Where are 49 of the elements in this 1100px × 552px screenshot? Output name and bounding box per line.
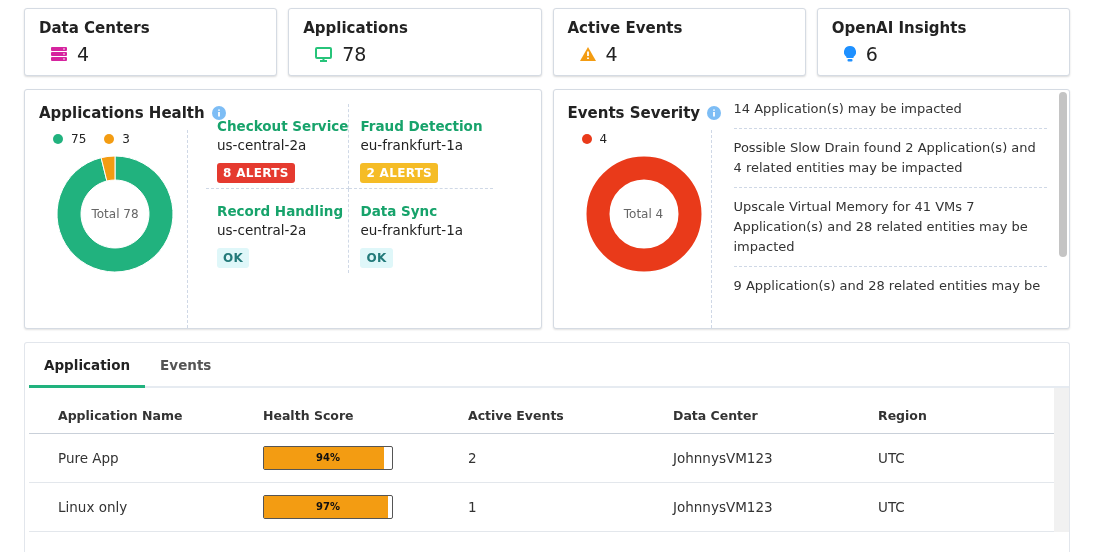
panel-title: Events Severity — [567, 104, 701, 122]
app-region: us-central-2a — [217, 222, 308, 238]
legend-value: 3 — [122, 132, 130, 146]
status-badge: OK — [360, 248, 393, 268]
card-title: Data Centers — [39, 19, 151, 37]
event-item[interactable]: 14 Application(s) may be impacted — [733, 90, 1047, 129]
warning-icon — [579, 47, 596, 61]
app-region: eu-frankfurt-1a — [360, 137, 465, 153]
card-value: 4 — [605, 43, 618, 65]
column-header[interactable]: Application Name — [29, 388, 234, 434]
server-icon — [51, 47, 67, 61]
info-icon[interactable] — [211, 106, 226, 120]
tab[interactable]: Events — [145, 347, 227, 388]
legend-value: 4 — [599, 132, 608, 146]
table-cell: Pure App — [29, 433, 234, 483]
status-badge: 2 ALERTS — [360, 163, 439, 183]
column-header[interactable]: Health Score — [234, 388, 439, 434]
scrollbar-track[interactable] — [1054, 388, 1069, 532]
table-cell: 2 — [439, 433, 644, 483]
table-cell: 1 — [439, 482, 644, 532]
health-percent: 94% — [315, 451, 341, 465]
scrollbar-thumb[interactable] — [1059, 92, 1067, 257]
table-cell: Linux only — [29, 482, 234, 532]
info-icon[interactable] — [707, 106, 722, 120]
column-header[interactable]: Data Center — [644, 388, 849, 434]
card-value: 4 — [77, 43, 90, 65]
column-header[interactable]: Active Events — [439, 388, 644, 434]
donut-total: Total 4 — [623, 207, 664, 221]
card-title: Active Events — [567, 19, 684, 37]
donut-total: Total 78 — [91, 207, 139, 221]
legend-value: 75 — [71, 132, 87, 146]
app-region: us-central-2a — [217, 137, 308, 153]
panel-title: Applications Health — [39, 104, 205, 122]
status-badge: OK — [217, 248, 250, 268]
monitor-icon — [315, 46, 333, 62]
table-cell: JohnnysVM123 — [644, 482, 849, 532]
card-value: 6 — [865, 43, 878, 65]
lightbulb-icon — [843, 46, 856, 62]
tab[interactable]: Application — [29, 347, 146, 388]
card-title: OpenAI Insights — [831, 19, 968, 37]
event-item[interactable]: Upscale Virtual Memory for 41 VMs 7 Application(s) and 28 related entities may be impacted — [733, 188, 1047, 267]
app-region: eu-frankfurt-1a — [360, 222, 465, 238]
health-percent: 97% — [315, 500, 341, 514]
card-value: 78 — [342, 43, 367, 65]
table-cell: JohnnysVM123 — [644, 433, 849, 483]
event-item[interactable]: Possible Slow Drain found 2 Application(s) and 4 related entities may be impacted — [733, 129, 1047, 188]
card-title: Applications — [303, 19, 409, 37]
status-badge: 8 ALERTS — [217, 163, 295, 183]
event-item[interactable]: 9 Application(s) and 28 related entities may be — [733, 267, 1047, 305]
